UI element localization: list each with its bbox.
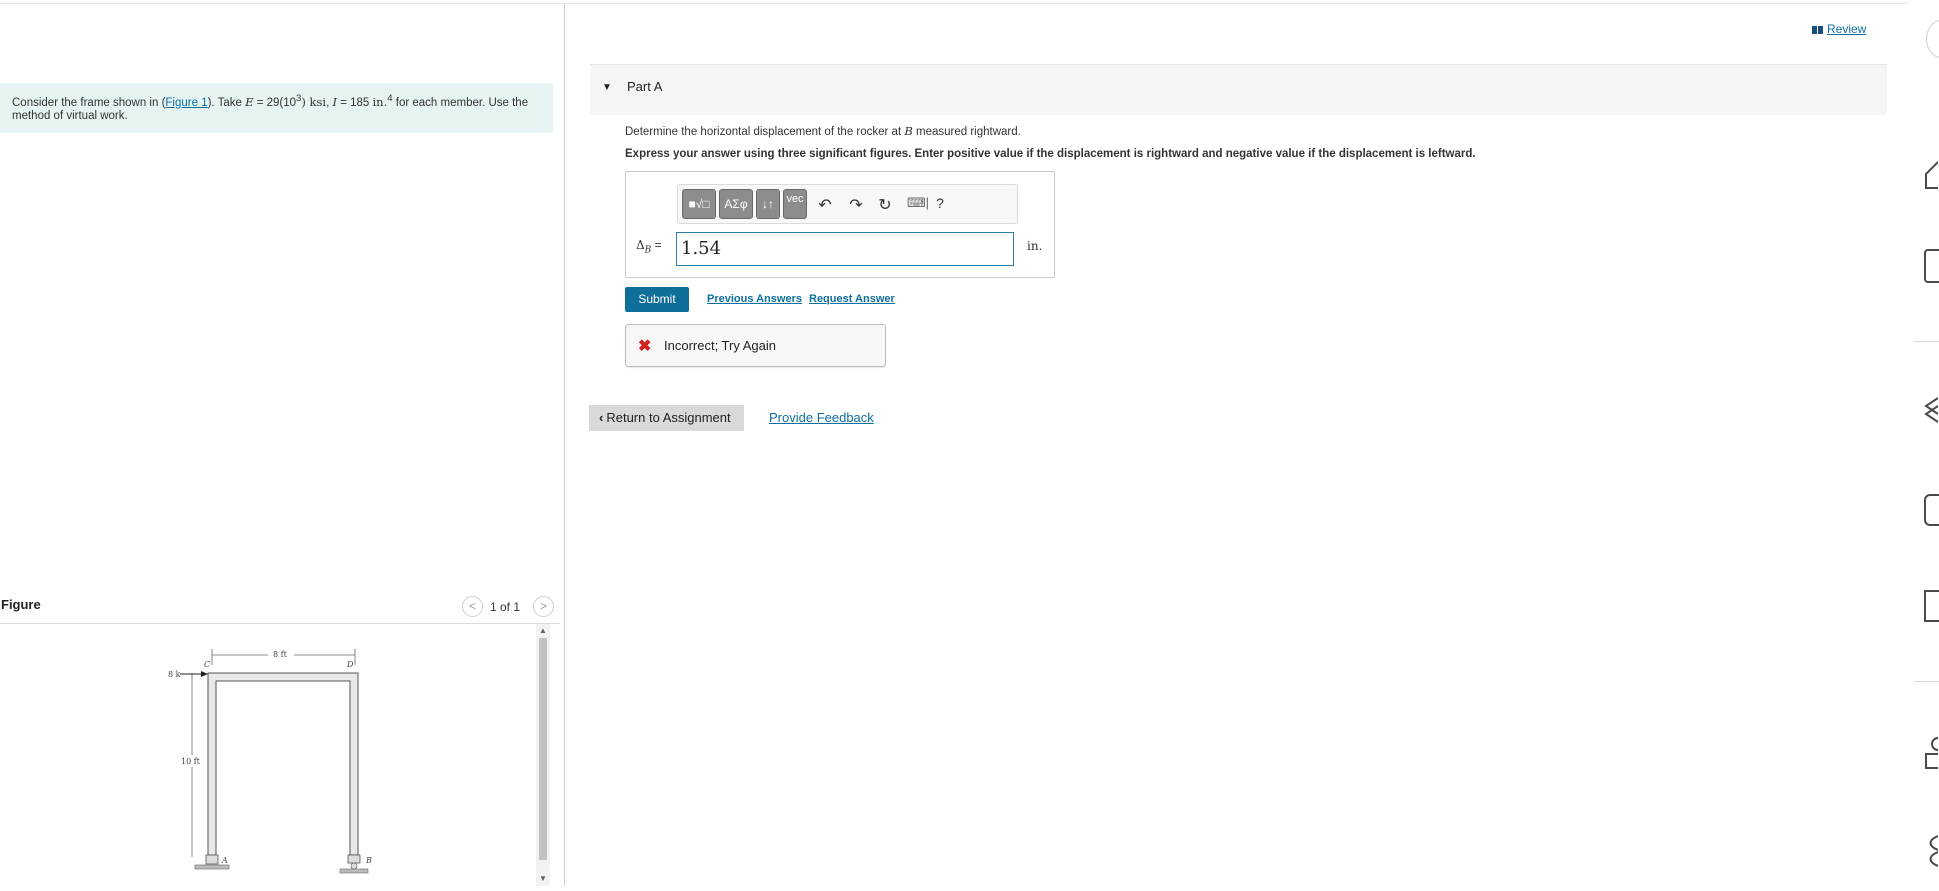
part-a-header[interactable]: ▼ Part A <box>590 64 1887 115</box>
e-unit: ) ksi <box>301 94 327 109</box>
equals-sign: = <box>651 238 662 252</box>
left-panel: Consider the frame shown in (Figure 1). … <box>0 4 565 886</box>
grid-icon[interactable] <box>1924 249 1939 283</box>
help-icon[interactable]: ? <box>930 195 950 211</box>
answer-instruction: Express your answer using three signific… <box>625 148 1476 160</box>
figure-prev-button[interactable]: < <box>462 596 483 617</box>
figure-pager: 1 of 1 <box>490 600 521 614</box>
point-c-label: C <box>204 660 210 669</box>
load-label: 8 k <box>168 670 181 679</box>
chat-icon[interactable] <box>1924 494 1939 526</box>
answer-box: ■√□ ΑΣφ ↓↑ vec ↶ ↷ ↻ ⌨| ? ΔB = 1.54 in. <box>625 171 1055 278</box>
scroll-thumb[interactable] <box>539 638 547 860</box>
i-value: = 185 <box>337 96 373 109</box>
question-point: B <box>904 124 913 138</box>
rocker-support-b <box>347 854 361 864</box>
question-suffix: measured rightward. <box>912 126 1021 138</box>
settings-icon[interactable] <box>1924 832 1939 867</box>
return-to-assignment-button[interactable]: ‹ Return to Assignment <box>589 405 744 431</box>
e-symbol: E <box>245 94 254 109</box>
feedback-box: ✖ Incorrect; Try Again <box>625 324 886 367</box>
figure-header: Figure < 1 of 1 > <box>0 588 560 624</box>
pin-support-a <box>205 854 219 865</box>
e-value: = 29(10 <box>253 96 297 109</box>
layers-icon[interactable] <box>1924 394 1939 423</box>
scroll-down-arrow[interactable]: ▼ <box>539 874 547 883</box>
scroll-up-arrow[interactable]: ▲ <box>539 626 547 635</box>
redo-icon[interactable]: ↷ <box>846 195 866 215</box>
point-d-label: D <box>346 660 354 669</box>
vector-button[interactable]: vec <box>783 189 807 219</box>
people-icon[interactable] <box>1924 736 1939 769</box>
problem-text: ). Take <box>207 96 246 109</box>
book-icon <box>1812 25 1823 34</box>
load-arrowhead <box>201 671 208 677</box>
answer-unit: in. <box>1027 239 1043 253</box>
ground-b <box>339 868 369 874</box>
chevron-left-icon: ‹ <box>599 410 604 425</box>
return-label: Return to Assignment <box>606 410 731 425</box>
request-answer-link[interactable]: Request Answer <box>809 293 895 305</box>
point-a-label: A <box>221 856 228 865</box>
part-title: Part A <box>627 79 663 94</box>
figure-image: 8 ft 10 ft 8 k C D A B <box>0 625 550 886</box>
ground-a <box>194 864 230 870</box>
previous-answers-link[interactable]: Previous Answers <box>707 293 802 305</box>
feedback-text: Incorrect; Try Again <box>664 338 776 353</box>
incorrect-x-icon: ✖ <box>638 338 652 355</box>
answer-input[interactable]: 1.54 <box>676 232 1014 266</box>
calendar-icon[interactable] <box>1924 590 1939 622</box>
rocker-roller <box>350 862 358 870</box>
point-b-label: B <box>365 856 372 865</box>
i-unit: in. <box>372 94 388 109</box>
frame-outline <box>207 672 359 856</box>
undo-icon[interactable]: ↶ <box>815 195 835 215</box>
figure-scrollbar[interactable]: ▲ ▼ <box>536 624 550 886</box>
side-divider <box>1914 341 1939 342</box>
review-link[interactable]: Review <box>1812 22 1866 36</box>
provide-feedback-link[interactable]: Provide Feedback <box>769 410 874 425</box>
height-label: 10 ft <box>181 757 201 766</box>
frame-diagram: 8 ft 10 ft 8 k C D A B <box>168 649 372 874</box>
figure-link[interactable]: Figure 1 <box>165 97 207 109</box>
submit-button[interactable]: Submit <box>625 287 689 312</box>
figure-title: Figure <box>1 597 41 612</box>
problem-text: Consider the frame shown in ( <box>12 96 166 109</box>
figure-next-button[interactable]: > <box>533 596 554 617</box>
keyboard-icon[interactable]: ⌨| <box>904 195 932 211</box>
answer-label: ΔB = <box>636 238 662 255</box>
arrows-button[interactable]: ↓↑ <box>756 189 780 219</box>
reset-icon[interactable]: ↻ <box>875 195 895 215</box>
side-circle-button[interactable] <box>1926 20 1939 58</box>
collapse-caret-icon[interactable]: ▼ <box>602 82 612 93</box>
side-divider <box>1914 681 1939 682</box>
templates-button[interactable]: ■√□ <box>682 189 716 219</box>
width-label: 8 ft <box>273 650 288 659</box>
review-label: Review <box>1827 22 1867 36</box>
math-toolbar: ■√□ ΑΣφ ↓↑ vec ↶ ↷ ↻ ⌨| ? <box>677 184 1018 224</box>
side-toolbar <box>1908 0 1939 886</box>
delta-symbol: Δ <box>636 238 645 252</box>
question-prefix: Determine the horizontal displacement of… <box>625 126 905 138</box>
question-text: Determine the horizontal displacement of… <box>625 124 1021 138</box>
greek-button[interactable]: ΑΣφ <box>719 189 753 219</box>
problem-statement: Consider the frame shown in (Figure 1). … <box>0 83 553 133</box>
home-icon[interactable] <box>1924 160 1939 189</box>
